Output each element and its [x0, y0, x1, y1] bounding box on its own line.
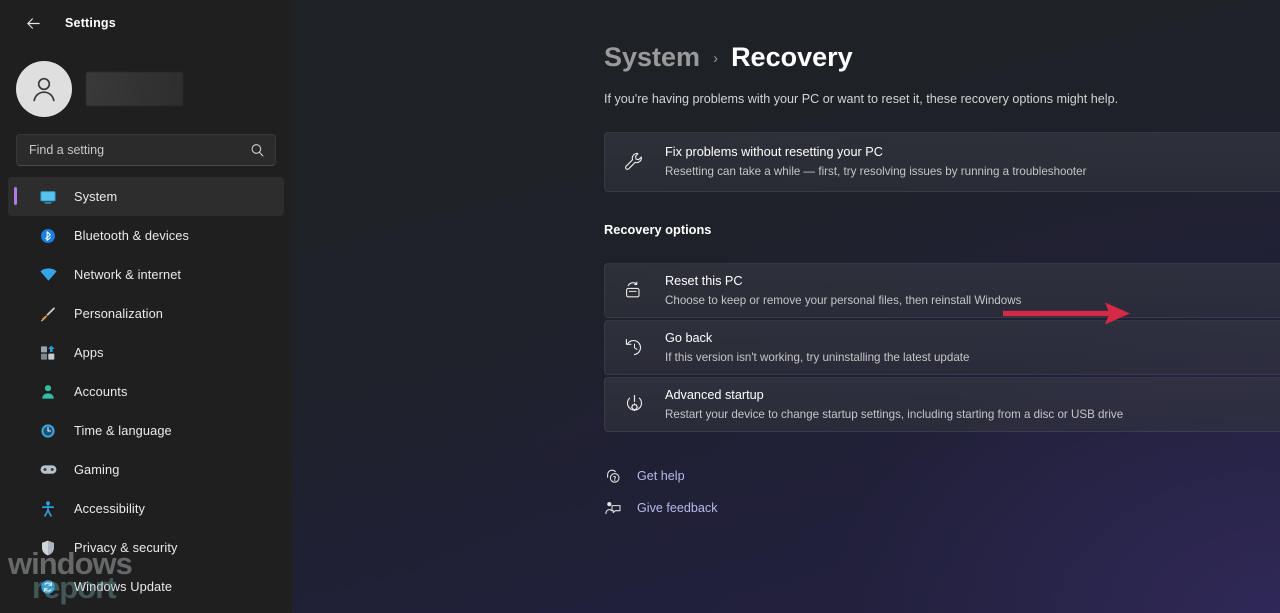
link-label: Get help [637, 469, 685, 483]
search-placeholder: Find a setting [29, 143, 105, 157]
update-icon [38, 577, 58, 597]
link-give-feedback[interactable]: Give feedback [604, 492, 1280, 524]
sidebar-item-label: Accounts [74, 384, 128, 399]
paintbrush-icon [38, 304, 58, 324]
clock-icon [38, 421, 58, 441]
link-get-help[interactable]: Get help [604, 460, 1280, 492]
title-bar: Settings [0, 0, 292, 46]
sidebar-item-label: System [74, 189, 118, 204]
sidebar-item-label: Personalization [74, 306, 163, 321]
shield-icon [38, 538, 58, 558]
sidebar-item-label: Windows Update [74, 579, 173, 594]
sidebar-item-label: Network & internet [74, 267, 182, 282]
account-name-redacted [86, 72, 183, 106]
person-avatar-icon [33, 77, 55, 102]
feedback-icon [604, 500, 622, 516]
sidebar-item-label: Privacy & security [74, 540, 178, 555]
monitor-icon [38, 187, 58, 207]
wifi-icon [38, 265, 58, 285]
reset-pc-icon [623, 279, 653, 302]
card-subtitle: Resetting can take a while — first, try … [665, 165, 1087, 179]
search-icon [250, 143, 265, 158]
card-text: Reset this PC Choose to keep or remove y… [665, 273, 1280, 309]
sidebar-item-label: Apps [74, 345, 104, 360]
sidebar-item-accounts[interactable]: Accounts [8, 372, 284, 411]
card-title: Advanced startup [665, 387, 764, 402]
card-title: Reset this PC [665, 273, 743, 288]
card-text: Advanced startup Restart your device to … [665, 387, 1280, 423]
gamepad-icon [38, 460, 58, 480]
link-label: Give feedback [637, 501, 718, 515]
sidebar-item-personalization[interactable]: Personalization [8, 294, 284, 333]
sidebar-item-gaming[interactable]: Gaming [8, 450, 284, 489]
card-subtitle: Choose to keep or remove your personal f… [665, 293, 1022, 307]
card-text: Fix problems without resetting your PC R… [665, 144, 1280, 180]
sidebar-item-privacy-security[interactable]: Privacy & security [8, 528, 284, 567]
main-content: System › Recovery If you're having probl… [292, 0, 1280, 613]
row-go-back: Go back If this version isn't working, t… [604, 320, 1280, 375]
sidebar-item-windows-update[interactable]: Windows Update [8, 567, 284, 606]
sidebar-item-time-language[interactable]: Time & language [8, 411, 284, 450]
troubleshoot-section: Fix problems without resetting your PC R… [292, 132, 1280, 192]
recovery-options-list: Reset this PC Choose to keep or remove y… [292, 263, 1280, 432]
sidebar-item-accessibility[interactable]: Accessibility [8, 489, 284, 528]
sidebar: Settings Find a setting System Bluetooth… [0, 0, 292, 613]
content-scroll: System › Recovery If you're having probl… [292, 0, 1280, 524]
card-fix-problems[interactable]: Fix problems without resetting your PC R… [604, 132, 1280, 192]
section-heading-recovery-options: Recovery options [604, 222, 712, 237]
account-text [86, 72, 183, 106]
bluetooth-icon [38, 226, 58, 246]
sidebar-item-apps[interactable]: Apps [8, 333, 284, 372]
avatar [16, 61, 72, 117]
history-icon [623, 336, 653, 359]
page-description: If you're having problems with your PC o… [604, 92, 1119, 106]
card-title: Go back [665, 330, 713, 345]
help-icon [604, 468, 622, 484]
back-button[interactable] [18, 8, 48, 38]
sidebar-item-bluetooth-devices[interactable]: Bluetooth & devices [8, 216, 284, 255]
power-gear-icon [623, 393, 653, 416]
account-block[interactable] [0, 46, 292, 118]
sidebar-item-label: Accessibility [74, 501, 145, 516]
search-input[interactable]: Find a setting [16, 134, 276, 166]
card-title: Fix problems without resetting your PC [665, 145, 883, 160]
sidebar-nav: System Bluetooth & devices Network & int… [0, 177, 292, 606]
apps-icon [38, 343, 58, 363]
sidebar-item-label: Time & language [74, 423, 172, 438]
back-arrow-icon [26, 17, 40, 29]
wrench-icon [623, 151, 653, 173]
card-subtitle: Restart your device to change startup se… [665, 407, 1124, 421]
breadcrumb: System › Recovery [292, 42, 1280, 73]
accessibility-icon [38, 499, 58, 519]
person-icon [38, 382, 58, 402]
row-reset-this-pc: Reset this PC Choose to keep or remove y… [604, 263, 1280, 318]
page-title: Recovery [731, 42, 853, 72]
sidebar-item-label: Gaming [74, 462, 120, 477]
card-subtitle: If this version isn't working, try unins… [665, 350, 970, 364]
sidebar-item-network-internet[interactable]: Network & internet [8, 255, 284, 294]
row-advanced-startup: Advanced startup Restart your device to … [604, 377, 1280, 432]
sidebar-item-label: Bluetooth & devices [74, 228, 190, 243]
app-title: Settings [65, 16, 116, 30]
search-area: Find a setting [0, 118, 292, 166]
footer-links: Get help Give feedback [292, 460, 1280, 524]
chevron-right-icon: › [713, 50, 719, 67]
card-text: Go back If this version isn't working, t… [665, 330, 1280, 366]
breadcrumb-parent[interactable]: System [604, 42, 700, 73]
sidebar-item-system[interactable]: System [8, 177, 284, 216]
settings-window: Settings Find a setting System Bluetooth… [0, 0, 1280, 613]
